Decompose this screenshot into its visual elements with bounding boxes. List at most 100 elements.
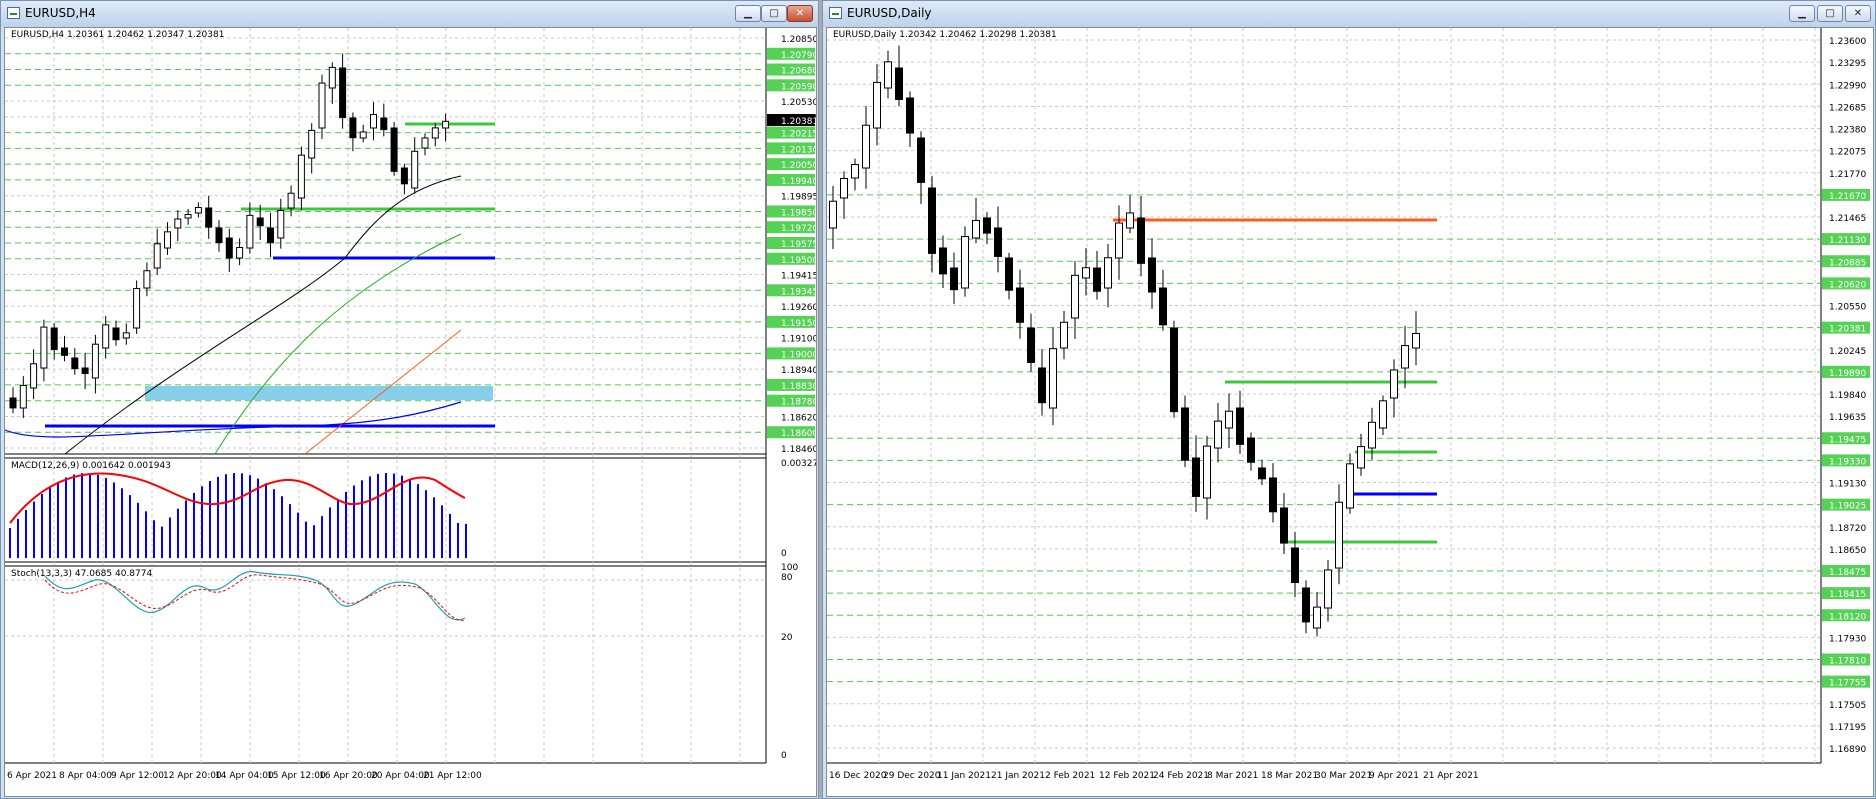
candle-body [308,129,316,159]
price-label: 1.19000 [781,350,816,360]
stoch-scale-label: 80 [781,573,793,583]
h4-chart-svg[interactable]: 1.20850 1.20790 1.20680 1.20590 1.20530 1.203… [5,28,816,796]
candle-body [349,117,357,139]
candle-body [983,217,991,234]
candle-body [19,384,27,409]
price-label: 1.22075 [1829,148,1866,158]
price-label: 1.18830 [781,382,816,392]
stoch-scale-label: 20 [781,633,793,643]
candle-body [143,270,151,289]
candle-body [1412,332,1420,349]
price-label: 1.19415 [781,272,816,282]
daily-chart-svg[interactable]: 1.23600 1.23295 1.22990 1.22685 1.22380 1.220… [827,28,1873,796]
candle-body [1038,367,1046,404]
date-label: 21 Apr 2021 [1423,771,1479,781]
stoch-scale-label: 0 [781,751,787,761]
daily-window-title: EURUSD,Daily [847,6,932,20]
candle-body [421,137,429,149]
stoch-label: Stoch(13,3,3) 47.0685 40.8774 [11,569,152,579]
date-label: 24 Feb 2021 [1153,771,1209,781]
candle-body [1060,321,1068,349]
price-label: 1.20130 [781,145,816,155]
h4-chart-area[interactable]: 1.20850 1.20790 1.20680 1.20590 1.20530 1.203… [4,27,817,797]
candle-body [9,397,17,409]
price-label: 1.21465 [1829,214,1866,224]
price-label: 1.19850 [781,208,816,218]
price-label: 1.18780 [781,398,816,408]
date-label: 15 Apr 12:00 [267,771,326,781]
candle-body [1357,446,1365,469]
price-label: 1.20550 [1829,303,1866,313]
candle-body [950,267,958,291]
price-label: 1.20850 [781,35,816,45]
candle-body [1082,267,1090,279]
minimize-button[interactable]: ▁ [735,5,761,22]
candle-body [1192,457,1200,497]
price-label: 1.20790 [781,51,816,61]
price-label: 1.19840 [1829,391,1866,401]
candle-body [1401,345,1409,369]
price-label: 1.18720 [1829,524,1866,534]
h4-window-title: EURUSD,H4 [25,6,96,20]
price-label: 1.22380 [1829,126,1866,136]
price-label: 1.20530 [781,98,816,108]
maximize-button[interactable]: □ [761,5,787,22]
candle-body [840,177,848,199]
candle-body [122,332,130,339]
candle-body [862,124,870,169]
price-label: 1.17930 [1829,634,1866,644]
maximize-button[interactable]: □ [1817,5,1843,22]
h4-chart-window[interactable]: EURUSD,H4 ▁ □ ✕ 1.20850 1.20790 1.20680 1.2… [0,0,819,799]
daily-titlebar[interactable]: EURUSD,Daily ▁ □ ✕ [823,1,1875,27]
candle-body [1225,410,1233,429]
date-label: 11 Jan 2021 [937,771,991,781]
price-label: 1.19100 [781,335,816,345]
candle-body [431,127,439,139]
macd-scale-label: 0.003276 [781,459,816,469]
price-label: 1.19500 [781,256,816,266]
price-label: 1.20620 [1829,280,1866,290]
chart-window-icon [829,7,842,19]
candle-body [1159,287,1167,326]
candle-body [112,327,120,341]
candle-body [1049,348,1057,409]
date-label: 12 Feb 2021 [1099,771,1155,781]
date-label: 18 Mar 2021 [1261,771,1318,781]
current-price-label: 1.20381 [781,117,816,127]
candle-body [895,67,903,100]
candle-body [1302,587,1310,623]
candle-body [1280,507,1288,544]
price-label: 1.19895 [781,193,816,203]
daily-chart-area[interactable]: 1.23600 1.23295 1.22990 1.22685 1.22380 1.220… [826,27,1874,797]
candle-body [972,219,980,239]
close-button[interactable]: ✕ [1845,5,1871,22]
daily-chart-window[interactable]: EURUSD,Daily ▁ □ ✕ 1.23600 1.23295 1.22990… [822,0,1876,799]
price-label: 1.23600 [1829,37,1866,47]
candle-body [1181,407,1189,461]
candle-body [928,187,936,254]
candle-body [1148,257,1156,293]
close-button[interactable]: ✕ [787,5,813,22]
h4-titlebar[interactable]: EURUSD,H4 ▁ □ ✕ [1,1,818,27]
stoch-scale-label: 100 [781,563,798,573]
macd-scale-label: 0 [781,549,787,559]
price-label: 1.20215 [781,130,816,140]
candle-body [1115,222,1123,259]
price-label: 1.22990 [1829,81,1866,91]
price-label: 1.17505 [1829,701,1866,711]
candle-body [205,207,213,228]
candle-body [1104,257,1112,289]
candle-body [994,227,1002,257]
candle-body [1390,369,1398,399]
minimize-button[interactable]: ▁ [1789,5,1815,22]
price-label: 1.18600 [781,429,816,439]
price-label: 1.18120 [1829,612,1866,622]
candle-body [1214,420,1222,449]
date-label: 2 Feb 2021 [1045,771,1095,781]
candle-body [246,214,254,249]
candle-body [1126,212,1134,229]
candle-body [236,247,244,259]
candle-body [851,164,859,179]
candle-body [287,192,295,209]
date-label: 8 Mar 2021 [1207,771,1258,781]
